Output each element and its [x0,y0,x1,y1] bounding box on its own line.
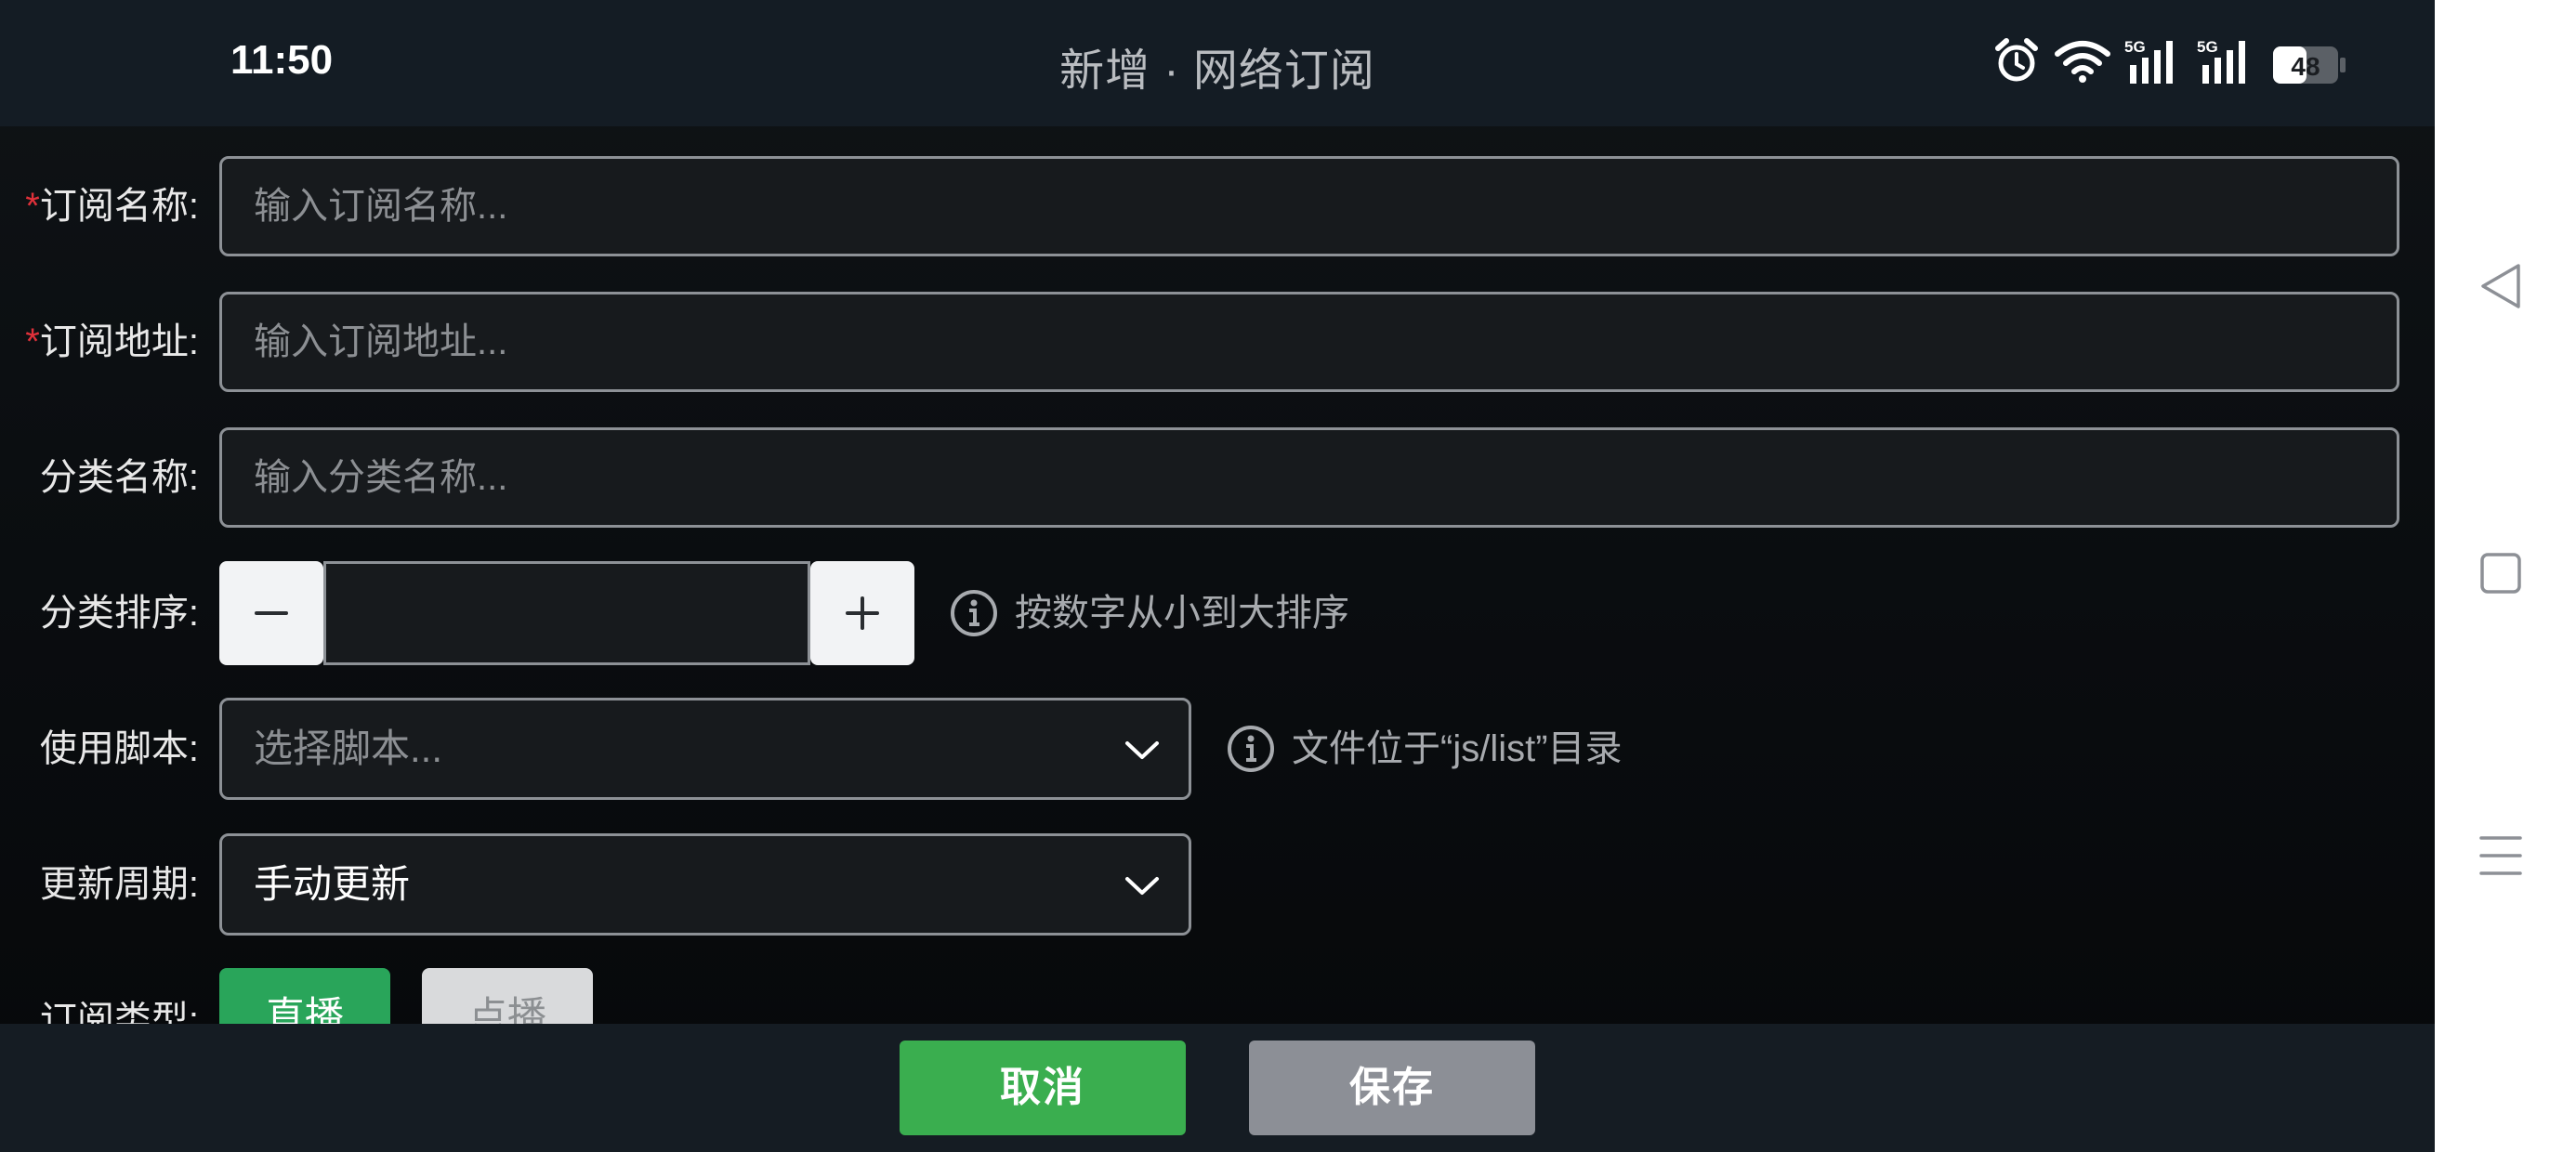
back-icon[interactable] [2477,262,2524,315]
required-mark: * [25,321,40,362]
info-icon [1227,725,1275,778]
menu-icon[interactable] [2477,832,2524,884]
increment-button[interactable] [810,561,914,665]
action-bar: 取消 保存 [0,1024,2435,1152]
subscription-name-input[interactable]: 输入订阅名称... [219,156,2399,256]
signal-5g-icon: 5G [2197,37,2256,90]
title-bar: 11:50 新增 · 网络订阅 5G 5G 48 [0,0,2435,126]
plus-icon [846,596,879,630]
wifi-icon [2054,39,2111,88]
category-name-input[interactable]: 输入分类名称... [219,427,2399,528]
subscription-url-placeholder: 输入订阅地址... [254,321,508,362]
battery-level: 48 [2291,52,2320,81]
minus-icon [255,611,288,615]
subscription-name-placeholder: 输入订阅名称... [254,186,508,227]
signal-2-label: 5G [2197,38,2218,56]
type-option-vod[interactable]: 点播 [422,968,593,1024]
category-sort-input[interactable] [323,561,810,665]
app-screen: 11:50 新增 · 网络订阅 5G 5G 48 *订阅名称: 输入订阅名称..… [0,0,2435,1152]
update-period-value: 手动更新 [254,862,411,906]
type-option-live[interactable]: 直播 [219,968,390,1024]
subscription-name-label: *订阅名称: [25,186,199,227]
row-category-name: 分类名称: 输入分类名称... [0,425,2435,530]
script-select[interactable]: 选择脚本... [219,698,1191,800]
category-name-label: 分类名称: [39,457,199,498]
subscription-type-label: 订阅类型: [39,1000,199,1024]
row-subscription-url: *订阅地址: 输入订阅地址... [0,290,2435,394]
subscription-url-input[interactable]: 输入订阅地址... [219,292,2399,392]
system-nav-bar [2435,0,2576,1152]
row-category-sort: 分类排序: 按数字从小到大排序 [0,561,2435,665]
row-script: 使用脚本: 选择脚本... 文件位于“js/list”目录 [0,697,2435,801]
update-period-label: 更新周期: [39,864,199,905]
row-update-period: 更新周期: 手动更新 [0,832,2435,936]
signal-1-label: 5G [2124,38,2146,56]
row-subscription-type: 订阅类型: 直播 点播 [0,968,2435,1024]
signal-5g-icon: 5G [2124,37,2184,90]
chevron-down-icon [1125,741,1159,759]
cancel-button[interactable]: 取消 [900,1041,1186,1135]
save-button[interactable]: 保存 [1249,1041,1535,1135]
row-subscription-name: *订阅名称: 输入订阅名称... [0,154,2435,258]
category-sort-label: 分类排序: [39,593,199,634]
script-select-placeholder: 选择脚本... [254,727,443,770]
battery-icon: 48 [2271,45,2347,90]
category-sort-hint: 按数字从小到大排序 [1015,593,1349,634]
category-name-placeholder: 输入分类名称... [254,457,508,498]
decrement-button[interactable] [219,561,323,665]
update-period-select[interactable]: 手动更新 [219,833,1191,936]
script-hint: 文件位于“js/list”目录 [1292,728,1623,769]
script-label: 使用脚本: [39,728,199,769]
chevron-down-icon [1125,877,1159,895]
required-mark: * [25,186,40,227]
info-icon [950,589,998,642]
subscription-url-label: *订阅地址: [25,321,199,362]
home-icon[interactable] [2477,550,2524,601]
alarm-icon [1994,37,2039,90]
